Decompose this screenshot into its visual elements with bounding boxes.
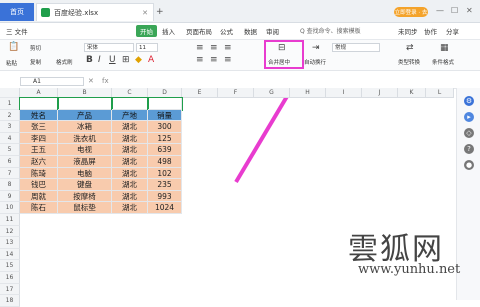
col-header-A[interactable]: A <box>20 88 58 98</box>
table-cell[interactable]: 王五 <box>20 144 58 156</box>
row-header-17[interactable]: 17 <box>0 283 20 296</box>
table-cell[interactable]: 639 <box>148 144 182 156</box>
row-header-15[interactable]: 15 <box>0 260 20 272</box>
table-cell[interactable]: 498 <box>148 156 182 168</box>
table-cell[interactable]: 125 <box>148 132 182 145</box>
table-cell[interactable]: 电视 <box>58 144 112 156</box>
row-header-1[interactable]: 1 <box>0 98 20 110</box>
formula-bar: A1 ✕ fx <box>0 75 480 89</box>
col-header-K[interactable]: K <box>398 88 426 98</box>
table-cell[interactable]: 湖北 <box>112 121 148 133</box>
table-header-cell[interactable]: 产地 <box>112 109 148 122</box>
table-cell[interactable]: 湖北 <box>112 190 148 203</box>
row-header-10[interactable]: 10 <box>0 202 20 214</box>
fx-label[interactable]: fx <box>102 77 109 85</box>
table-cell[interactable]: 102 <box>148 167 182 180</box>
table-cell[interactable]: 1024 <box>148 202 182 214</box>
table-cell[interactable]: 钱巴 <box>20 179 58 191</box>
table-cell[interactable]: 陈石 <box>20 202 58 214</box>
row-header-11[interactable]: 11 <box>0 214 20 226</box>
row-header-8[interactable]: 8 <box>0 179 20 191</box>
table-cell[interactable]: 993 <box>148 190 182 203</box>
table-cell[interactable]: 湖北 <box>112 132 148 145</box>
row-header-12[interactable]: 12 <box>0 225 20 238</box>
row-header-7[interactable]: 7 <box>0 167 20 180</box>
row-header-13[interactable]: 13 <box>0 237 20 249</box>
sidebar-shape-icon[interactable]: ◇ <box>464 128 474 138</box>
table-header-cell[interactable]: 销量 <box>148 109 182 122</box>
name-box[interactable]: A1 <box>20 77 84 86</box>
table-cell[interactable]: 洗衣机 <box>58 132 112 145</box>
row-header-14[interactable]: 14 <box>0 248 20 261</box>
col-header-H[interactable]: H <box>290 88 326 98</box>
row-header-3[interactable]: 3 <box>0 121 20 133</box>
col-header-C[interactable]: C <box>112 88 148 98</box>
sidebar-help-icon[interactable]: ? <box>464 144 474 154</box>
cancel-icon[interactable]: ✕ <box>88 77 94 85</box>
select-all-corner[interactable] <box>0 88 20 98</box>
cell-row1-D[interactable] <box>147 97 183 111</box>
row-header-16[interactable]: 16 <box>0 272 20 284</box>
row-header-2[interactable]: 2 <box>0 109 20 122</box>
table-header-cell[interactable]: 产品 <box>58 109 112 122</box>
table-cell[interactable]: 赵六 <box>20 156 58 168</box>
table-cell[interactable]: 湖北 <box>112 202 148 214</box>
cell-row1-A[interactable] <box>19 97 59 111</box>
table-cell[interactable]: 张三 <box>20 121 58 133</box>
table-cell[interactable]: 液晶屏 <box>58 156 112 168</box>
table-cell[interactable]: 鼠标垫 <box>58 202 112 214</box>
table-cell[interactable]: 周就 <box>20 190 58 203</box>
col-header-L[interactable]: L <box>426 88 454 98</box>
row-header-9[interactable]: 9 <box>0 190 20 203</box>
sidebar-select-icon[interactable]: ▸ <box>464 112 474 122</box>
table-cell[interactable]: 李四 <box>20 132 58 145</box>
table-header-cell[interactable]: 姓名 <box>20 109 58 122</box>
cell-row1-B[interactable] <box>57 97 113 111</box>
col-header-J[interactable]: J <box>362 88 398 98</box>
cell-row1-C[interactable] <box>111 97 149 111</box>
row-header-18[interactable]: 18 <box>0 295 20 307</box>
sidebar-settings-icon[interactable]: ⚙ <box>464 96 474 106</box>
table-cell[interactable]: 湖北 <box>112 167 148 180</box>
table-cell[interactable]: 湖北 <box>112 179 148 191</box>
table-cell[interactable]: 300 <box>148 121 182 133</box>
col-header-E[interactable]: E <box>182 88 218 98</box>
col-header-B[interactable]: B <box>58 88 112 98</box>
table-cell[interactable]: 冰箱 <box>58 121 112 133</box>
watermark-url: www.yunhu.net <box>358 262 461 277</box>
col-header-G[interactable]: G <box>254 88 290 98</box>
col-header-D[interactable]: D <box>148 88 182 98</box>
row-header-5[interactable]: 5 <box>0 144 20 156</box>
table-cell[interactable]: 按摩椅 <box>58 190 112 203</box>
table-cell[interactable]: 陈琦 <box>20 167 58 180</box>
col-header-F[interactable]: F <box>218 88 254 98</box>
row-header-6[interactable]: 6 <box>0 156 20 168</box>
sidebar-chat-icon[interactable]: ● <box>464 160 474 170</box>
table-cell[interactable]: 湖北 <box>112 156 148 168</box>
table-cell[interactable]: 电脑 <box>58 167 112 180</box>
table-cell[interactable]: 键盘 <box>58 179 112 191</box>
row-header-4[interactable]: 4 <box>0 132 20 145</box>
table-cell[interactable]: 湖北 <box>112 144 148 156</box>
col-header-I[interactable]: I <box>326 88 362 98</box>
table-cell[interactable]: 235 <box>148 179 182 191</box>
